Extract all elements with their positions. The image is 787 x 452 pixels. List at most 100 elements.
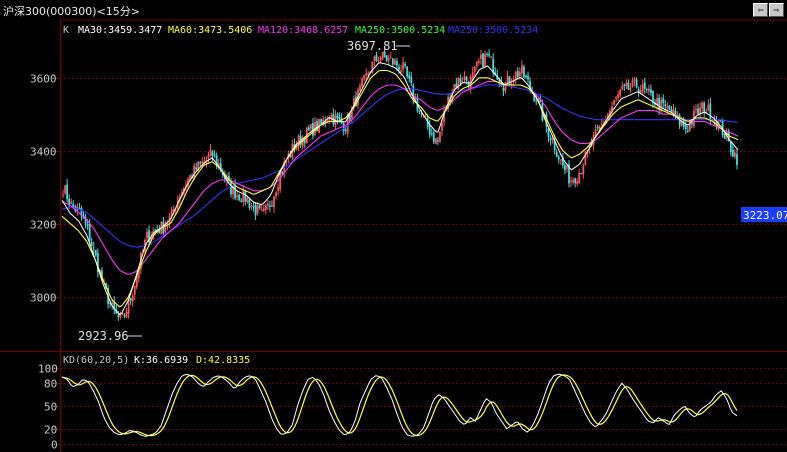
candle-body [572,180,574,183]
candle-body [279,172,282,190]
candle-body [557,156,560,160]
candle-body [361,78,364,87]
candle-body [281,171,284,174]
candle-body [559,159,562,161]
main-y-axis: 3000 3200 3400 3600 [30,73,60,305]
candle-body [271,205,273,207]
candle-body [385,55,388,62]
candle-body [262,208,265,211]
candle-body [195,167,198,170]
candle-body [418,110,421,112]
candle-body [582,166,585,175]
candle-body [518,71,521,77]
chart-area[interactable]: 3000 3200 3400 3600 K MA30:3459.3477 MA60:3… [0,0,787,452]
candle-body [359,85,361,92]
candle-body [92,247,95,249]
candle-body [684,124,687,130]
d-line [61,374,738,437]
candle-body [164,225,167,232]
candle-body [238,194,241,201]
last-price-value: 3223.07 [743,209,787,222]
candle-body [199,162,202,164]
candle-body [439,131,441,143]
candle-body [633,79,636,81]
candle-body [402,62,404,70]
candle-body [549,137,552,141]
candle-body [131,295,134,302]
candle-body [375,54,378,61]
candle-body [260,209,263,211]
candle-body [275,192,277,197]
legend-k-label: K [63,25,69,36]
candle-body [617,94,620,98]
y-tick-label: 3000 [30,292,57,305]
candle-body [246,197,249,203]
kd-y-tick-label: 50 [44,401,57,414]
moving-averages [61,62,739,316]
candle-body [441,123,443,131]
candle-body [555,152,558,157]
candle-body [488,54,491,56]
candle-body [338,116,341,120]
candle-body [363,74,366,80]
candle-body [664,104,667,107]
candle-body [230,181,232,195]
candle-body [627,82,630,90]
candle-body [523,66,525,78]
candle-body [525,75,527,78]
y-tick-label: 3400 [30,146,57,159]
candle-body [373,56,376,61]
ma60-line [61,69,739,308]
candle-body [117,315,120,318]
kd-legend-k: K:36.6939 [134,355,188,366]
candle-body [398,66,400,71]
candle-body [379,57,382,61]
candle-body [486,53,488,55]
candle-body [252,206,255,208]
candle-body [264,204,267,210]
y-tick-label: 3200 [30,219,57,232]
candle-body [457,78,460,90]
candle-body [62,194,64,196]
candle-body [432,132,435,142]
kd-legend-d: D:42.8335 [196,355,250,366]
candle-body [484,54,486,67]
candle-body [623,84,626,86]
candle-body [731,149,734,157]
candle-body [430,133,433,135]
kd-y-axis: 0 20 50 80 100 [38,363,60,452]
candle-body [119,314,122,318]
candle-body [477,60,480,63]
candle-body [619,89,622,96]
candle-body [72,203,75,207]
candle-body [580,173,583,175]
candle-body [316,121,318,132]
kd-legend-name: KD(60,20,5) [63,355,129,366]
candle-body [506,75,509,83]
candle-body [647,88,650,92]
candle-body [133,285,136,295]
candle-body [734,152,736,157]
candle-body [289,155,292,158]
candle-body [66,184,69,200]
candle-body [254,204,257,216]
candle-body [269,205,271,207]
candle-body [465,77,468,81]
candle-body [336,113,339,119]
candle-body [70,201,73,204]
candle-body [686,130,689,133]
candle-body [631,80,634,88]
candle-body [365,73,368,76]
kd-y-tick-label: 20 [44,424,57,437]
candle-body [125,311,128,318]
candle-body [387,58,390,61]
candle-body [266,203,269,206]
candle-body [258,205,261,209]
candle-body [436,140,439,142]
candle-body [129,297,132,301]
candle-body [570,180,572,182]
candle-body [88,224,91,241]
candle-body [701,102,704,109]
candle-body [400,70,402,72]
candle-body [527,75,529,80]
